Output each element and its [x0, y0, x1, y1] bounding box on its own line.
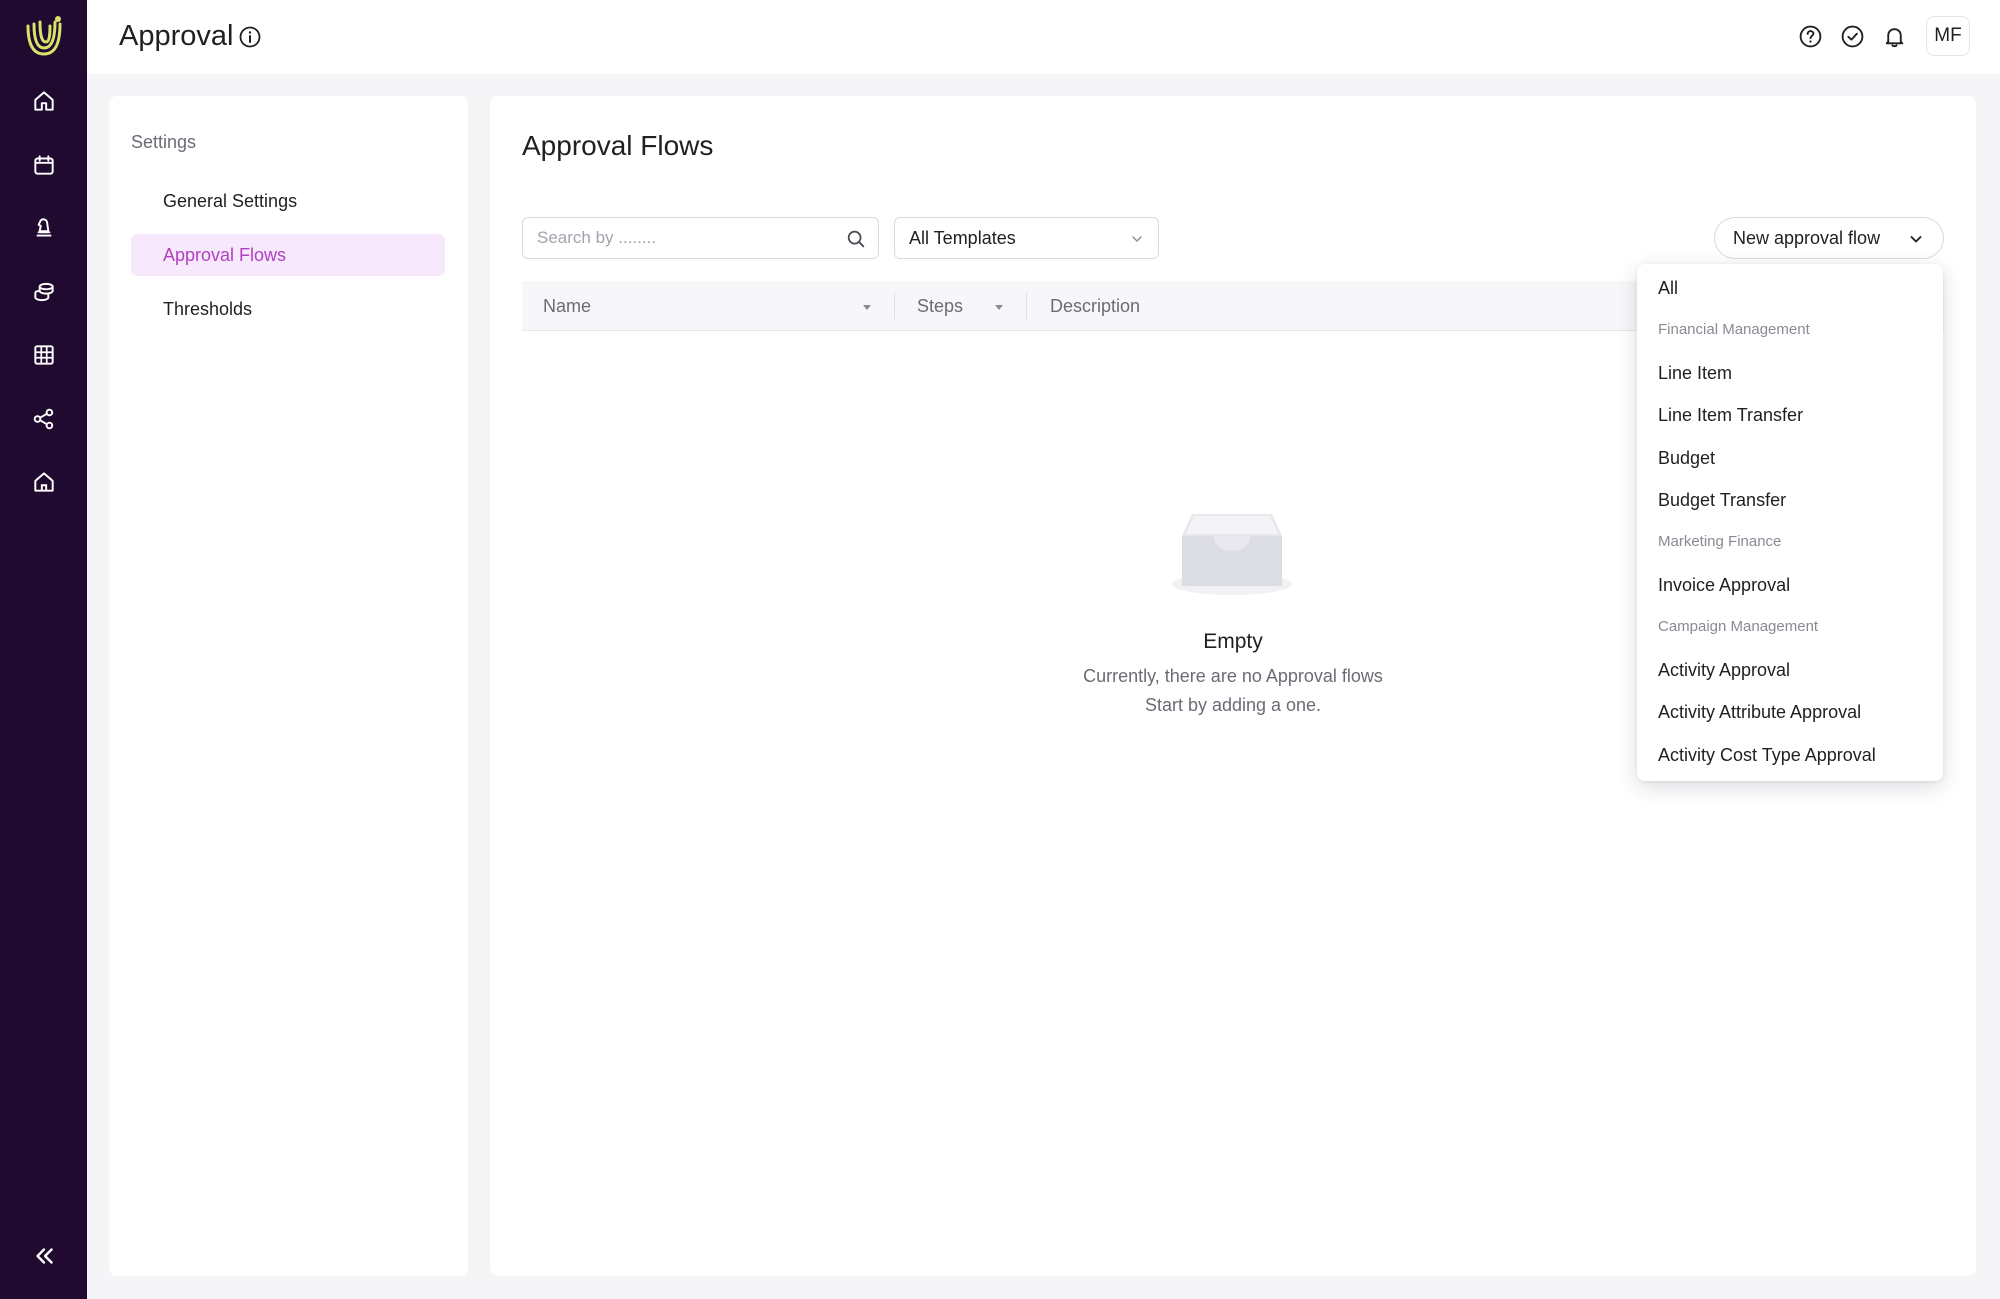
calendar-icon[interactable] — [24, 145, 64, 185]
menu-item-activity-attribute-approval[interactable]: Activity Attribute Approval — [1658, 702, 1928, 723]
menu-item-budget-transfer[interactable]: Budget Transfer — [1658, 490, 1928, 511]
double-chevron-left-icon[interactable] — [24, 1236, 64, 1276]
menu-group-financial-management: Financial Management — [1658, 321, 1810, 338]
settings-heading: Settings — [131, 132, 197, 152]
new-approval-flow-label: New approval flow — [1733, 227, 1881, 248]
menu-item-activity-approval[interactable]: Activity Approval — [1658, 660, 1928, 681]
menu-item-budget[interactable]: Budget — [1658, 448, 1928, 469]
chess-icon[interactable] — [24, 208, 64, 248]
section-title: Approval Flows — [522, 130, 714, 161]
column-header-name[interactable]: Name — [543, 281, 591, 331]
column-separator — [1026, 293, 1027, 319]
nav-item-general-settings[interactable]: General Settings — [131, 180, 445, 222]
page-title: Approval — [119, 20, 234, 52]
new-flow-dropdown-menu: All Financial Management Line Item Line … — [1637, 264, 1943, 781]
column-header-steps[interactable]: Steps — [917, 281, 963, 331]
share-nodes-icon[interactable] — [24, 399, 64, 439]
menu-item-line-item[interactable]: Line Item — [1658, 363, 1928, 384]
search-icon[interactable] — [845, 228, 867, 250]
menu-item-invoice-approval[interactable]: Invoice Approval — [1658, 575, 1928, 596]
left-rail — [0, 0, 87, 1299]
info-icon[interactable] — [238, 25, 262, 49]
table-icon[interactable] — [24, 335, 64, 375]
settings-nav: Settings General Settings Approval Flows… — [109, 96, 468, 1276]
sort-caret-icon[interactable] — [861, 300, 873, 312]
menu-item-all[interactable]: All — [1658, 278, 1928, 299]
column-header-description[interactable]: Description — [1050, 281, 1140, 331]
empty-inbox-icon — [1170, 504, 1294, 596]
menu-group-marketing-finance: Marketing Finance — [1658, 533, 1782, 550]
template-select[interactable]: All Templates — [894, 217, 1159, 259]
help-icon[interactable] — [1796, 22, 1824, 50]
sort-caret-icon[interactable] — [993, 300, 1005, 312]
search-input[interactable] — [523, 218, 833, 258]
app-logo[interactable] — [20, 12, 68, 60]
nav-item-thresholds[interactable]: Thresholds — [131, 288, 445, 330]
chevron-down-icon — [1129, 231, 1145, 247]
nav-item-approval-flows[interactable]: Approval Flows — [131, 234, 445, 276]
column-separator — [894, 293, 895, 319]
coins-icon[interactable] — [24, 272, 64, 312]
bell-icon[interactable] — [1880, 22, 1908, 50]
template-select-value: All Templates — [909, 227, 1016, 248]
check-circle-icon[interactable] — [1838, 22, 1866, 50]
new-approval-flow-button[interactable]: New approval flow — [1714, 217, 1944, 259]
top-bar: Approval MF — [87, 0, 2000, 74]
menu-item-line-item-transfer[interactable]: Line Item Transfer — [1658, 405, 1928, 426]
menu-item-activity-cost-type-approval[interactable]: Activity Cost Type Approval — [1658, 745, 1928, 766]
chevron-down-icon — [1907, 230, 1925, 248]
search-box — [522, 217, 879, 259]
avatar[interactable]: MF — [1926, 16, 1970, 56]
home-alt-icon[interactable] — [24, 462, 64, 502]
home-icon[interactable] — [24, 81, 64, 121]
menu-group-campaign-management: Campaign Management — [1658, 618, 1819, 635]
